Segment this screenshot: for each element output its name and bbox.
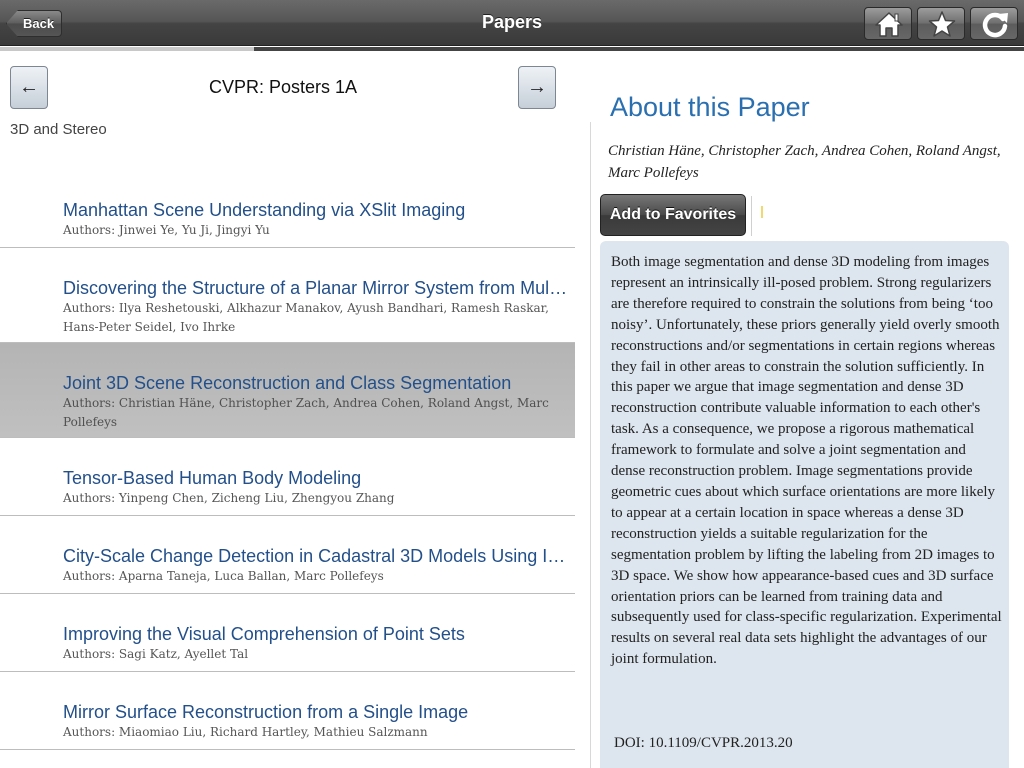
previous-session-button[interactable]: ← <box>10 66 48 109</box>
paper-title: Improving the Visual Comprehension of Po… <box>63 624 465 644</box>
paper-authors: Authors: Sagi Katz, Ayellet Tal <box>63 647 249 661</box>
favorites-button[interactable] <box>917 7 965 40</box>
favorite-indicator <box>761 206 763 218</box>
toolbar-separator <box>751 196 752 236</box>
home-icon <box>875 12 903 37</box>
paper-row-selected[interactable]: Joint 3D Scene Reconstruction and Class … <box>0 343 575 438</box>
next-session-button[interactable]: → <box>518 66 556 109</box>
progress-remaining <box>254 47 1024 51</box>
abstract-text: Both image segmentation and dense 3D mod… <box>611 254 1002 668</box>
paper-row[interactable]: Improving the Visual Comprehension of Po… <box>0 594 575 672</box>
nav-bar: Back Papers <box>0 0 1024 46</box>
paper-authors: Authors: Yinpeng Chen, Zicheng Liu, Zhen… <box>63 491 395 505</box>
paper-row[interactable]: Mirror Surface Reconstruction from a Sin… <box>0 672 575 750</box>
detail-authors: Christian Häne, Christopher Zach, Andrea… <box>608 143 1001 181</box>
refresh-icon <box>982 12 1008 38</box>
paper-authors: Authors: Jinwei Ye, Yu Ji, Jingyi Yu <box>63 223 270 237</box>
session-title: CVPR: Posters 1A <box>208 77 358 97</box>
add-to-favorites-button[interactable]: Add to Favorites <box>600 194 746 236</box>
paper-title: Mirror Surface Reconstruction from a Sin… <box>63 702 469 722</box>
session-subtitle: 3D and Stereo <box>10 121 107 138</box>
paper-authors: Authors: Aparna Taneja, Luca Ballan, Mar… <box>63 569 384 583</box>
progress-fill <box>0 47 254 51</box>
paper-title: City-Scale Change Detection in Cadastral… <box>63 546 568 566</box>
paper-authors: Authors: Miaomiao Liu, Richard Hartley, … <box>63 725 428 739</box>
paper-title: Discovering the Structure of a Planar Mi… <box>63 278 568 298</box>
paper-authors: Authors: Ilya Reshetouski, Alkhazur Mana… <box>63 301 549 334</box>
home-button[interactable] <box>864 7 912 40</box>
paper-authors: Authors: Christian Häne, Christopher Zac… <box>63 396 549 429</box>
about-heading: About this Paper <box>610 92 810 122</box>
paper-row[interactable]: City-Scale Change Detection in Cadastral… <box>0 516 575 594</box>
paper-row[interactable]: Manhattan Scene Understanding via XSlit … <box>0 170 575 248</box>
refresh-button[interactable] <box>970 7 1018 40</box>
paper-row[interactable]: Discovering the Structure of a Planar Mi… <box>0 248 575 343</box>
paper-row[interactable]: Tensor-Based Human Body Modeling Authors… <box>0 438 575 516</box>
panel-divider <box>590 122 591 768</box>
paper-title: Joint 3D Scene Reconstruction and Class … <box>63 373 512 393</box>
paper-title: Manhattan Scene Understanding via XSlit … <box>63 200 466 220</box>
star-icon <box>928 11 956 37</box>
doi-label: DOI: 10.1109/CVPR.2013.20 <box>614 735 793 751</box>
paper-title: Tensor-Based Human Body Modeling <box>63 468 362 488</box>
